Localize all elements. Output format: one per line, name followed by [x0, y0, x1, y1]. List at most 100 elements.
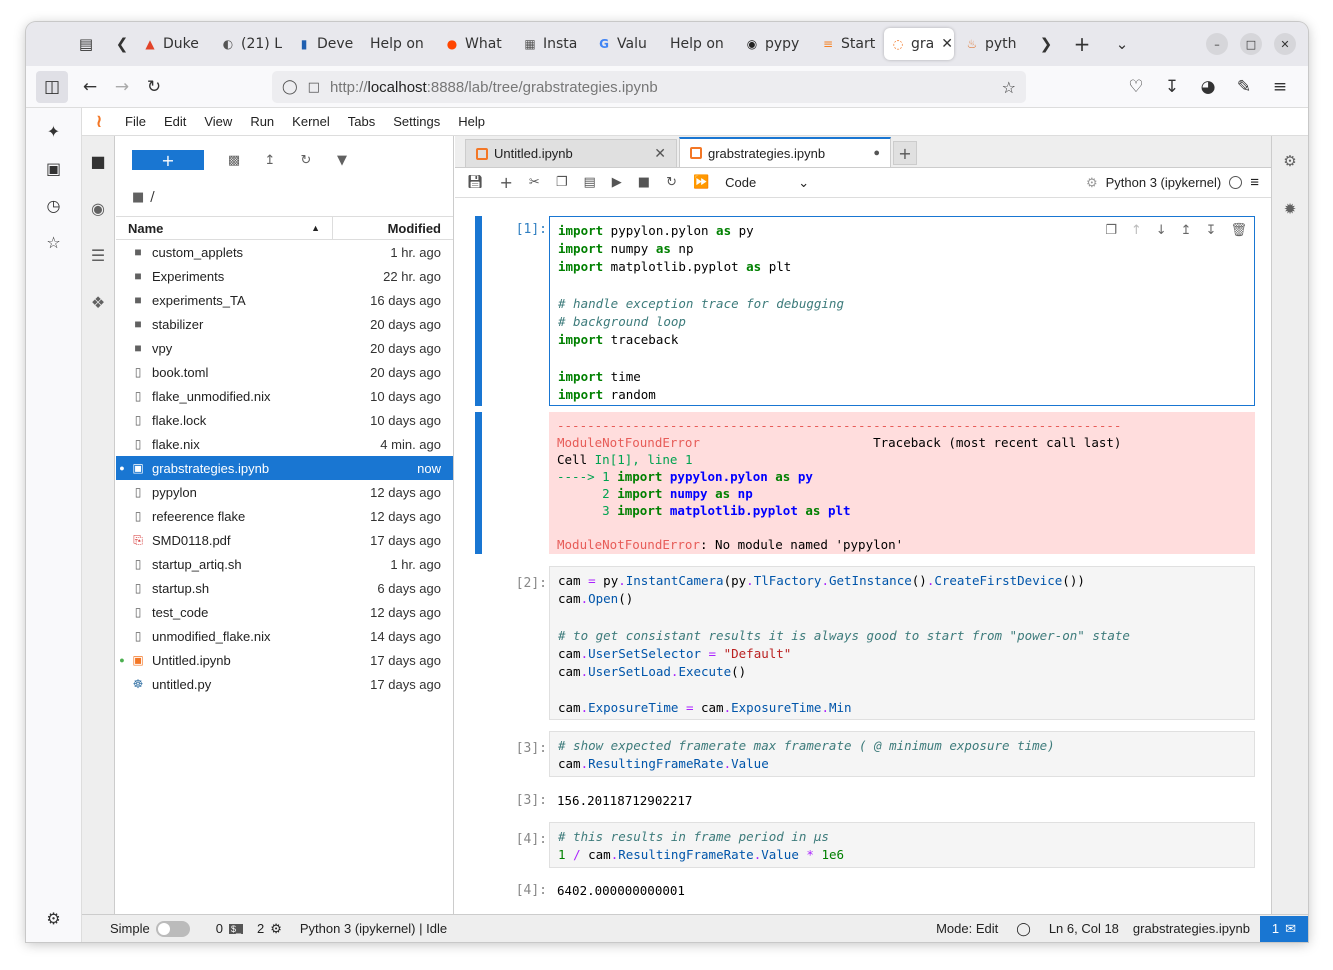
folder-icon[interactable]: ■	[132, 190, 144, 205]
browser-tab[interactable]: ◉ pypy	[738, 28, 814, 60]
url-bar[interactable]: ◯ □ http://localhost:8888/lab/tree/grabs…	[272, 71, 1026, 103]
file-list-item[interactable]: ▯ unmodified_flake.nix 14 days ago	[116, 624, 453, 648]
tab-untitled-notebook[interactable]: Untitled.ipynb ✕	[465, 139, 677, 167]
new-tab-icon[interactable]: +	[1068, 30, 1096, 58]
terminals-status[interactable]: 0 $_	[216, 921, 243, 936]
maximize-icon[interactable]: □	[1240, 33, 1262, 55]
trust-shield-icon[interactable]: ◯	[1016, 921, 1031, 937]
file-list-item[interactable]: ▯ startup_artiq.sh 1 hr. ago	[116, 552, 453, 576]
settings-gear-icon[interactable]: ⚙	[46, 909, 60, 928]
table-of-contents-icon[interactable]: ☰	[91, 246, 105, 265]
folder-icon[interactable]: ■	[90, 152, 105, 171]
tab-scroll-right-icon[interactable]: ❯	[1032, 30, 1060, 58]
paste-icon[interactable]: ▤	[583, 175, 595, 190]
code-editor[interactable]: # show expected framerate max framerate …	[549, 731, 1255, 777]
insert-cell-icon[interactable]: +	[500, 173, 513, 192]
file-list-item[interactable]: ⎘ SMD0118.pdf 17 days ago	[116, 528, 453, 552]
browser-tab[interactable]: Help on	[664, 28, 738, 60]
filter-icon[interactable]: ▼	[334, 153, 350, 168]
cursor-position[interactable]: Ln 6, Col 18	[1049, 921, 1119, 936]
menu-kernel[interactable]: Kernel	[283, 114, 339, 129]
bookmark-star-icon[interactable]: ☆	[1002, 78, 1016, 97]
upload-icon[interactable]: ↥	[262, 153, 278, 168]
extension-puzzle-icon[interactable]: ❖	[91, 293, 105, 312]
synced-tabs-icon[interactable]: ▣	[46, 159, 61, 178]
tab-grabstrategies-notebook[interactable]: grabstrategies.ipynb ●	[679, 137, 891, 167]
move-down-icon[interactable]: ↓	[1156, 223, 1167, 238]
file-list-item[interactable]: ▯ flake.nix 4 min. ago	[116, 432, 453, 456]
code-editor[interactable]: import pypylon.pylon as py import numpy …	[549, 216, 1255, 406]
running-icon[interactable]: ◉	[91, 199, 105, 218]
code-editor[interactable]: # this results in frame period in µs 1 /…	[549, 822, 1255, 868]
kernel-status-text[interactable]: Python 3 (ipykernel) | Idle	[300, 921, 447, 936]
file-list-item[interactable]: ■ custom_applets 1 hr. ago	[116, 240, 453, 264]
list-tabs-icon[interactable]: ⌄	[1108, 30, 1136, 58]
file-list-item[interactable]: ☸ untitled.py 17 days ago	[116, 672, 453, 696]
add-tab-button[interactable]: +	[893, 141, 917, 165]
tab-overview-icon[interactable]: ▤	[72, 30, 100, 58]
sidebar-toggle-icon[interactable]: ◫	[36, 70, 68, 103]
insert-above-icon[interactable]: ↥	[1181, 223, 1192, 238]
browser-tab[interactable]: ▲ Duke	[136, 28, 214, 60]
file-list-item[interactable]: ● ▣ grabstrategies.ipynb now	[116, 456, 453, 480]
menu-settings[interactable]: Settings	[384, 114, 449, 129]
output-collapser[interactable]	[475, 412, 482, 554]
file-list-item[interactable]: ■ vpy 20 days ago	[116, 336, 453, 360]
ai-sparkle-icon[interactable]: ✦	[47, 122, 60, 141]
stop-icon[interactable]: ■	[638, 175, 650, 190]
notifications-button[interactable]: 1 ✉︎	[1260, 915, 1308, 942]
close-window-icon[interactable]: ✕	[1274, 33, 1296, 55]
file-list-item[interactable]: ▯ startup.sh 6 days ago	[116, 576, 453, 600]
file-list-item[interactable]: ■ stabilizer 20 days ago	[116, 312, 453, 336]
bookmarks-icon[interactable]: ☆	[46, 233, 60, 252]
file-list-item[interactable]: ▯ flake_unmodified.nix 10 days ago	[116, 384, 453, 408]
kernels-status[interactable]: 2 ⚙	[257, 921, 282, 937]
browser-tab[interactable]: G Valu	[590, 28, 664, 60]
kernel-name[interactable]: Python 3 (ipykernel)	[1106, 175, 1222, 190]
file-list-item[interactable]: ▯ flake.lock 10 days ago	[116, 408, 453, 432]
insert-below-icon[interactable]: ↧	[1206, 223, 1217, 238]
menu-help[interactable]: Help	[449, 114, 494, 129]
browser-tab[interactable]: ♨ pyth	[958, 28, 1032, 60]
file-list-item[interactable]: ■ Experiments 22 hr. ago	[116, 264, 453, 288]
browser-tab[interactable]: ▮ Deve	[290, 28, 364, 60]
menu-file[interactable]: File	[116, 114, 155, 129]
history-icon[interactable]: ◷	[47, 196, 61, 215]
browser-tab[interactable]: ▦ Insta	[516, 28, 590, 60]
copy-icon[interactable]: ❐	[556, 175, 568, 190]
run-all-icon[interactable]: ⏩	[693, 175, 709, 190]
minimize-icon[interactable]: –	[1206, 33, 1228, 55]
menu-tabs[interactable]: Tabs	[339, 114, 384, 129]
close-icon[interactable]: ✕	[654, 145, 666, 162]
file-list-item[interactable]: ▯ refeerence flake 12 days ago	[116, 504, 453, 528]
pocket-icon[interactable]: ♡	[1120, 71, 1152, 103]
refresh-icon[interactable]: ↻	[298, 153, 314, 168]
menu-run[interactable]: Run	[241, 114, 283, 129]
forward-icon[interactable]: →	[106, 71, 138, 103]
unsaved-dot-icon[interactable]: ●	[873, 147, 880, 159]
file-list-item[interactable]: ▯ book.toml 20 days ago	[116, 360, 453, 384]
url-text[interactable]: http://localhost:8888/lab/tree/grabstrat…	[330, 79, 658, 96]
simple-mode-toggle[interactable]	[155, 920, 190, 937]
new-launcher-button[interactable]: +	[132, 150, 204, 170]
file-list-item[interactable]: ▯ test_code 12 days ago	[116, 600, 453, 624]
browser-tab-active[interactable]: ◌ gra ✕	[884, 28, 954, 60]
property-inspector-icon[interactable]: ⚙	[1283, 152, 1296, 170]
move-up-icon[interactable]: ↑	[1131, 223, 1142, 238]
save-icon[interactable]: 💾︎	[467, 175, 484, 190]
download-icon[interactable]: ↧	[1156, 71, 1188, 103]
property-menu-icon[interactable]: ≡	[1250, 174, 1259, 191]
menu-view[interactable]: View	[195, 114, 241, 129]
debugger-icon[interactable]: ⚙	[1086, 175, 1098, 191]
menu-icon[interactable]: ≡	[1264, 71, 1296, 103]
account-icon[interactable]: ◕	[1192, 71, 1224, 103]
new-folder-icon[interactable]: ▩	[226, 153, 242, 168]
browser-tab[interactable]: Help on	[364, 28, 438, 60]
code-editor[interactable]: cam = py.InstantCamera(py.TlFactory.GetI…	[549, 566, 1255, 720]
tab-scroll-left-icon[interactable]: ❮	[108, 30, 136, 58]
file-list-item[interactable]: ● ▣ Untitled.ipynb 17 days ago	[116, 648, 453, 672]
reload-icon[interactable]: ↻	[138, 71, 170, 103]
back-icon[interactable]: ←	[74, 71, 106, 103]
browser-tab[interactable]: ◐ (21) L	[214, 28, 290, 60]
restart-icon[interactable]: ↻	[666, 175, 677, 190]
